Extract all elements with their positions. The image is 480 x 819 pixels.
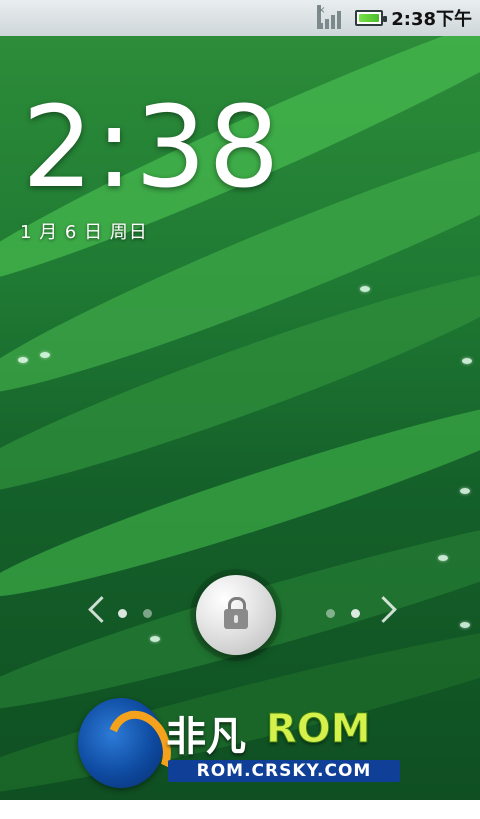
pager-dot — [351, 609, 360, 618]
status-bar[interactable]: × 2:38下午 — [0, 0, 480, 36]
pager-dot — [326, 609, 335, 618]
water-drop — [360, 286, 370, 292]
brand-url: ROM.CRSKY.COM — [168, 760, 400, 782]
pager-dot — [118, 609, 127, 618]
brand-logo-mark — [78, 698, 164, 788]
lockscreen-clock: 2:38 — [22, 83, 282, 213]
water-drop — [462, 358, 472, 364]
brand-name-cn: 非凡 — [166, 714, 246, 760]
unlock-slider[interactable] — [0, 560, 480, 670]
signal-strength-icon: × — [317, 5, 343, 29]
water-drop — [460, 488, 470, 494]
pager-dot — [143, 609, 152, 618]
status-bar-time: 2:38下午 — [391, 9, 472, 30]
lockscreen-date: 1 月 6 日 周日 — [20, 222, 148, 243]
unlock-handle[interactable] — [196, 575, 276, 655]
chevron-right-icon — [370, 596, 397, 623]
lock-icon — [224, 597, 248, 631]
brand-watermark: 非凡 ROM ROM.CRSKY.COM — [78, 694, 408, 794]
water-drop — [18, 357, 28, 363]
brand-name-rom: ROM — [266, 706, 372, 753]
chevron-left-icon — [88, 596, 115, 623]
battery-icon — [355, 10, 388, 26]
water-drop — [40, 352, 50, 358]
battery-level-fill — [359, 14, 380, 22]
